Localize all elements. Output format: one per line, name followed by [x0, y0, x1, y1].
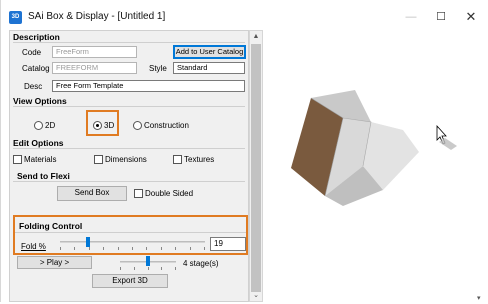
app-window: 3D SAi Box & Display - [Untitled 1] — ☐ …	[0, 0, 488, 302]
send-to-flexi-heading: Send to Flexi	[17, 171, 70, 181]
slider-tick	[148, 267, 149, 270]
double-sided-checkbox[interactable]	[134, 189, 143, 198]
scroll-down-icon[interactable]: ⌄	[250, 291, 262, 301]
slider-tick	[118, 247, 119, 250]
3d-viewport[interactable]: ▾	[271, 38, 488, 302]
fold-slider-track[interactable]	[60, 241, 205, 243]
dimensions-checkbox[interactable]	[94, 155, 103, 164]
fold-slider-thumb[interactable]	[85, 237, 90, 247]
code-field[interactable]: FreeForm	[52, 46, 137, 58]
chevron-down-icon: ▾	[477, 295, 481, 302]
textures-label: Textures	[184, 155, 215, 164]
fold-slider-ticks	[60, 247, 205, 250]
window-title: SAi Box & Display - [Untitled 1]	[28, 11, 166, 22]
divider	[13, 148, 245, 149]
close-button[interactable]: ✕	[456, 6, 486, 28]
slider-tick	[161, 267, 162, 270]
slider-tick	[132, 247, 133, 250]
divider	[13, 106, 245, 107]
radio-2d[interactable]	[34, 121, 43, 130]
catalog-label: Catalog	[22, 64, 50, 73]
code-label: Code	[22, 48, 42, 57]
options-panel: Description Code FreeForm Add to User Ca…	[9, 30, 249, 302]
radio-3d-label: 3D	[104, 121, 115, 130]
slider-tick	[120, 267, 121, 270]
desc-field[interactable]: Free Form Template	[52, 80, 245, 92]
radio-2d-label: 2D	[45, 121, 56, 130]
stage-count-label: 4 stage(s)	[183, 259, 219, 268]
double-sided-label: Double Sided	[145, 189, 194, 198]
edit-options-heading: Edit Options	[13, 138, 64, 148]
fold-percent-label: Fold %	[21, 242, 46, 251]
slider-tick	[60, 247, 61, 250]
radio-construction-label: Construction	[144, 121, 189, 130]
materials-checkbox[interactable]	[13, 155, 22, 164]
divider	[15, 232, 246, 233]
divider	[13, 181, 245, 182]
textures-checkbox[interactable]	[173, 155, 182, 164]
slider-tick	[74, 247, 75, 250]
dimensions-label: Dimensions	[105, 155, 147, 164]
slider-tick	[161, 247, 162, 250]
scroll-up-icon[interactable]: ▲	[250, 31, 262, 43]
slider-tick	[175, 247, 176, 250]
3d-box-preview	[291, 90, 457, 206]
divider	[13, 42, 245, 43]
slider-tick	[175, 267, 176, 270]
desc-label: Desc	[24, 82, 43, 91]
folding-control-heading: Folding Control	[19, 221, 83, 231]
slider-tick	[103, 247, 104, 250]
send-box-button[interactable]: Send Box	[57, 186, 127, 201]
slider-tick	[134, 267, 135, 270]
export-3d-button[interactable]: Export 3D	[92, 274, 168, 288]
slider-tick	[204, 247, 205, 250]
fold-value-field[interactable]: 19	[210, 237, 246, 251]
materials-label: Materials	[24, 155, 57, 164]
radio-3d[interactable]	[93, 121, 102, 130]
app-icon: 3D	[9, 11, 22, 24]
radio-construction[interactable]	[133, 121, 142, 130]
add-to-user-catalog-button[interactable]: Add to User Catalog	[173, 45, 246, 59]
style-field[interactable]: Standard	[173, 62, 245, 74]
catalog-field[interactable]: FREEFORM	[52, 62, 137, 74]
play-button[interactable]: > Play >	[17, 256, 92, 269]
description-heading: Description	[13, 32, 60, 42]
view-options-heading: View Options	[13, 96, 67, 106]
slider-tick	[89, 247, 90, 250]
minimize-button[interactable]: —	[396, 6, 426, 28]
slider-tick	[146, 247, 147, 250]
panel-scrollbar[interactable]: ▲ ⌄	[249, 30, 263, 302]
scrollbar-thumb[interactable]	[251, 44, 261, 292]
maximize-button[interactable]: ☐	[426, 6, 456, 28]
stage-slider-thumb[interactable]	[146, 256, 150, 266]
style-label: Style	[149, 64, 167, 73]
slider-tick	[190, 247, 191, 250]
stage-slider-ticks	[120, 267, 176, 270]
mouse-cursor-icon	[436, 124, 457, 150]
